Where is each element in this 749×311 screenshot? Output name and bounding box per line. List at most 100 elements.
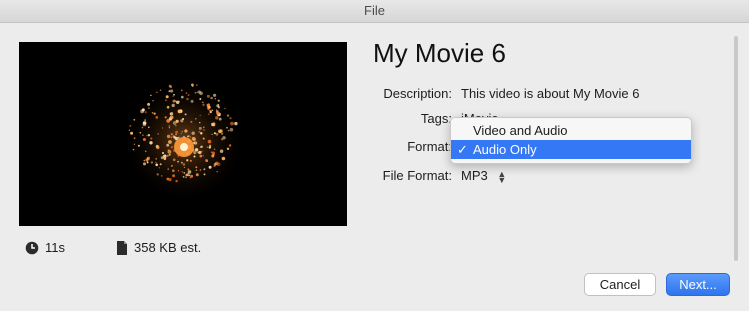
next-button[interactable]: Next... — [666, 273, 730, 296]
window-title: File — [364, 3, 385, 18]
spark — [169, 115, 174, 120]
spark — [174, 100, 177, 103]
spark — [213, 164, 216, 168]
spark — [187, 135, 190, 138]
spark — [199, 122, 201, 124]
spark — [155, 158, 158, 160]
spark — [226, 114, 230, 117]
spark — [193, 141, 198, 145]
firework-thumbnail — [19, 42, 347, 226]
spark — [187, 170, 192, 174]
spark — [133, 137, 136, 139]
format-option-video-and-audio[interactable]: Video and Audio — [451, 121, 691, 140]
spark — [189, 159, 192, 162]
spark — [202, 103, 205, 106]
spark — [167, 168, 169, 170]
spark — [199, 169, 202, 171]
spark — [196, 84, 198, 86]
spark — [211, 109, 214, 112]
spark — [173, 93, 175, 96]
spark — [214, 148, 216, 150]
spark — [142, 121, 147, 125]
tags-label: Tags: — [420, 111, 452, 126]
spark — [133, 143, 136, 145]
vertical-scrollbar[interactable] — [734, 36, 738, 261]
spark — [142, 134, 144, 136]
spark — [195, 173, 199, 177]
spark — [172, 174, 176, 178]
spark — [168, 140, 172, 144]
spark — [215, 132, 219, 136]
spark — [193, 150, 197, 154]
spark — [206, 160, 209, 162]
spark — [170, 145, 174, 149]
spark — [177, 109, 182, 114]
spark — [181, 161, 183, 164]
clock-icon — [25, 241, 39, 254]
spark — [212, 122, 216, 126]
spark — [155, 161, 157, 164]
spark — [221, 156, 226, 161]
spark — [181, 171, 183, 173]
spark — [149, 141, 153, 145]
spark — [213, 132, 216, 135]
spark — [195, 118, 197, 120]
spark — [159, 163, 162, 166]
spark — [189, 136, 192, 138]
spark — [193, 155, 196, 158]
spark — [199, 91, 203, 96]
spark — [165, 95, 169, 99]
spark — [157, 133, 159, 135]
format-option-audio-only[interactable]: ✓ Audio Only — [451, 140, 691, 159]
movie-title[interactable]: My Movie 6 — [373, 38, 506, 69]
spark — [192, 85, 194, 87]
checkmark-icon: ✓ — [457, 142, 468, 157]
spark — [182, 175, 185, 178]
spark — [175, 179, 178, 183]
spark — [228, 144, 232, 147]
spark — [229, 127, 234, 132]
format-option-label: Video and Audio — [473, 123, 568, 138]
spark — [221, 132, 224, 135]
format-dropdown-menu[interactable]: Video and Audio ✓ Audio Only — [450, 117, 692, 164]
spark — [128, 129, 130, 131]
spark — [199, 98, 202, 100]
spark — [208, 144, 212, 147]
spark — [186, 159, 189, 162]
spark — [207, 103, 210, 106]
spark — [224, 107, 226, 110]
spark — [203, 126, 205, 129]
window-titlebar: File — [0, 0, 749, 23]
file-format-popup[interactable]: MP3 ▲ ▼ — [461, 168, 506, 184]
spark — [170, 133, 173, 136]
spark — [229, 117, 232, 120]
spark — [168, 153, 171, 156]
description-field[interactable]: This video is about My Movie 6 — [461, 86, 639, 101]
spark — [194, 91, 197, 94]
spark — [165, 99, 167, 102]
spark — [202, 101, 204, 104]
spark — [191, 131, 195, 135]
spark — [147, 134, 151, 137]
spark — [218, 117, 222, 121]
spark — [166, 154, 169, 157]
cancel-button[interactable]: Cancel — [584, 273, 656, 296]
spark — [207, 139, 212, 144]
spark — [190, 174, 194, 178]
spark — [185, 173, 189, 177]
spark — [206, 94, 210, 98]
spark — [202, 129, 205, 131]
spark — [177, 170, 180, 172]
spark — [206, 107, 210, 110]
spark — [209, 109, 211, 112]
spark — [186, 97, 189, 101]
spark — [216, 111, 220, 116]
spark — [216, 171, 218, 173]
duration-value: 11s — [45, 240, 65, 255]
video-preview — [19, 42, 347, 226]
spark — [161, 127, 164, 129]
spark — [197, 151, 199, 154]
spark — [180, 89, 183, 92]
spark — [150, 161, 154, 164]
spark — [163, 157, 167, 161]
